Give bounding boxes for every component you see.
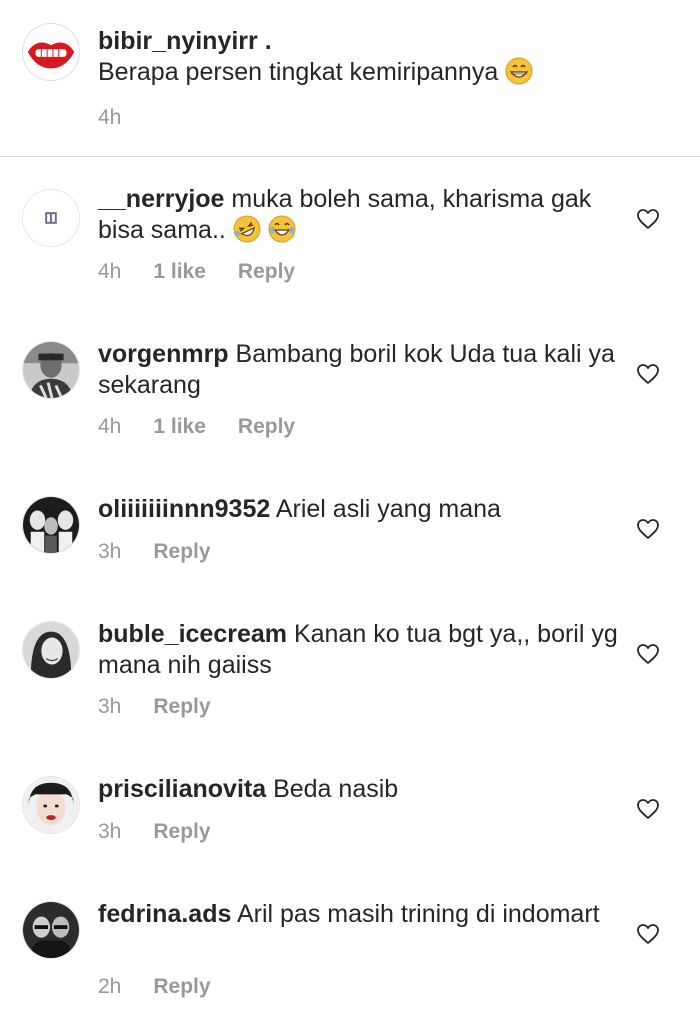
- caption-meta: 4h: [98, 106, 121, 130]
- comment-likes[interactable]: 1 like: [153, 260, 206, 284]
- comment-meta: 3h Reply: [98, 820, 211, 844]
- caption-body: bibir_nyinyirr . Berapa persen tingkat k…: [98, 26, 618, 88]
- comment-text: Beda nasib: [273, 775, 399, 803]
- avatar-image-icon: [23, 622, 79, 678]
- comment-body: priscilianovita Beda nasib: [98, 774, 618, 805]
- comment-body: __nerryjoe muka boleh sama, kharisma gak…: [98, 184, 618, 246]
- reply-button[interactable]: Reply: [153, 695, 210, 719]
- comment-time: 4h: [98, 260, 122, 283]
- avatar-image-icon: [23, 902, 79, 958]
- heart-outline-icon[interactable]: [636, 208, 660, 230]
- comment-text: Ariel asli yang mana: [275, 495, 501, 523]
- divider: [0, 156, 700, 157]
- avatar-nerryjoe[interactable]: [22, 189, 80, 247]
- comment-meta: 3h Reply: [98, 695, 211, 719]
- reply-button[interactable]: Reply: [153, 975, 210, 999]
- avatar-buble-icecream[interactable]: [22, 621, 80, 679]
- avatar-image-icon: [23, 777, 79, 833]
- avatar-image-icon: [23, 342, 79, 398]
- heart-outline-icon[interactable]: [636, 798, 660, 820]
- comment-time: 4h: [98, 415, 122, 438]
- comment-username[interactable]: priscilianovita: [98, 775, 266, 803]
- heart-outline-icon[interactable]: [636, 518, 660, 540]
- lips-logo-icon: [23, 24, 79, 80]
- heart-outline-icon[interactable]: [636, 363, 660, 385]
- caption-time: 4h: [98, 106, 122, 129]
- comment-body: oliiiiiiinnn9352 Ariel asli yang mana: [98, 494, 618, 525]
- comment-meta: 4h 1 like Reply: [98, 260, 295, 284]
- grinning-face-emoji: [505, 57, 533, 85]
- rolling-on-floor-laughing-emoji: [233, 215, 261, 243]
- comment-time: 3h: [98, 820, 122, 843]
- comment-username[interactable]: buble_icecream: [98, 620, 287, 648]
- comment-username[interactable]: __nerryjoe: [98, 185, 224, 213]
- comment-meta: 2h Reply: [98, 975, 211, 999]
- avatar-vorgenmrp[interactable]: [22, 341, 80, 399]
- comment-meta: 4h 1 like Reply: [98, 415, 295, 439]
- caption-username[interactable]: bibir_nyinyirr .: [98, 27, 272, 55]
- reply-button[interactable]: Reply: [153, 820, 210, 844]
- reply-button[interactable]: Reply: [238, 415, 295, 439]
- avatar-fedrina-ads[interactable]: [22, 901, 80, 959]
- comment-body: vorgenmrp Bambang boril kok Uda tua kali…: [98, 339, 618, 401]
- comment-time: 3h: [98, 695, 122, 718]
- comment-username[interactable]: oliiiiiiinnn9352: [98, 495, 270, 523]
- comment-time: 2h: [98, 975, 122, 998]
- comment-text: Aril pas masih trining di indomart: [236, 900, 600, 928]
- reply-button[interactable]: Reply: [238, 260, 295, 284]
- post-caption: bibir_nyinyirr . Berapa persen tingkat k…: [0, 0, 700, 157]
- avatar-image-icon: [23, 190, 79, 246]
- heart-outline-icon[interactable]: [636, 923, 660, 945]
- comment-username[interactable]: vorgenmrp: [98, 340, 229, 368]
- avatar-bibir-nyinyirr[interactable]: [22, 23, 80, 81]
- heart-outline-icon[interactable]: [636, 643, 660, 665]
- comment-username[interactable]: fedrina.ads: [98, 900, 231, 928]
- avatar-oliiiiiiinnn9352[interactable]: [22, 496, 80, 554]
- comment-body: buble_icecream Kanan ko tua bgt ya,, bor…: [98, 619, 618, 681]
- reply-button[interactable]: Reply: [153, 540, 210, 564]
- comment-body: fedrina.ads Aril pas masih trining di in…: [98, 899, 618, 930]
- comment-time: 3h: [98, 540, 122, 563]
- avatar-image-icon: [23, 497, 79, 553]
- comment-likes[interactable]: 1 like: [153, 415, 206, 439]
- caption-text: Berapa persen tingkat kemiripannya: [98, 58, 499, 86]
- tears-of-joy-emoji: [268, 215, 296, 243]
- avatar-priscilianovita[interactable]: [22, 776, 80, 834]
- comment-meta: 3h Reply: [98, 540, 211, 564]
